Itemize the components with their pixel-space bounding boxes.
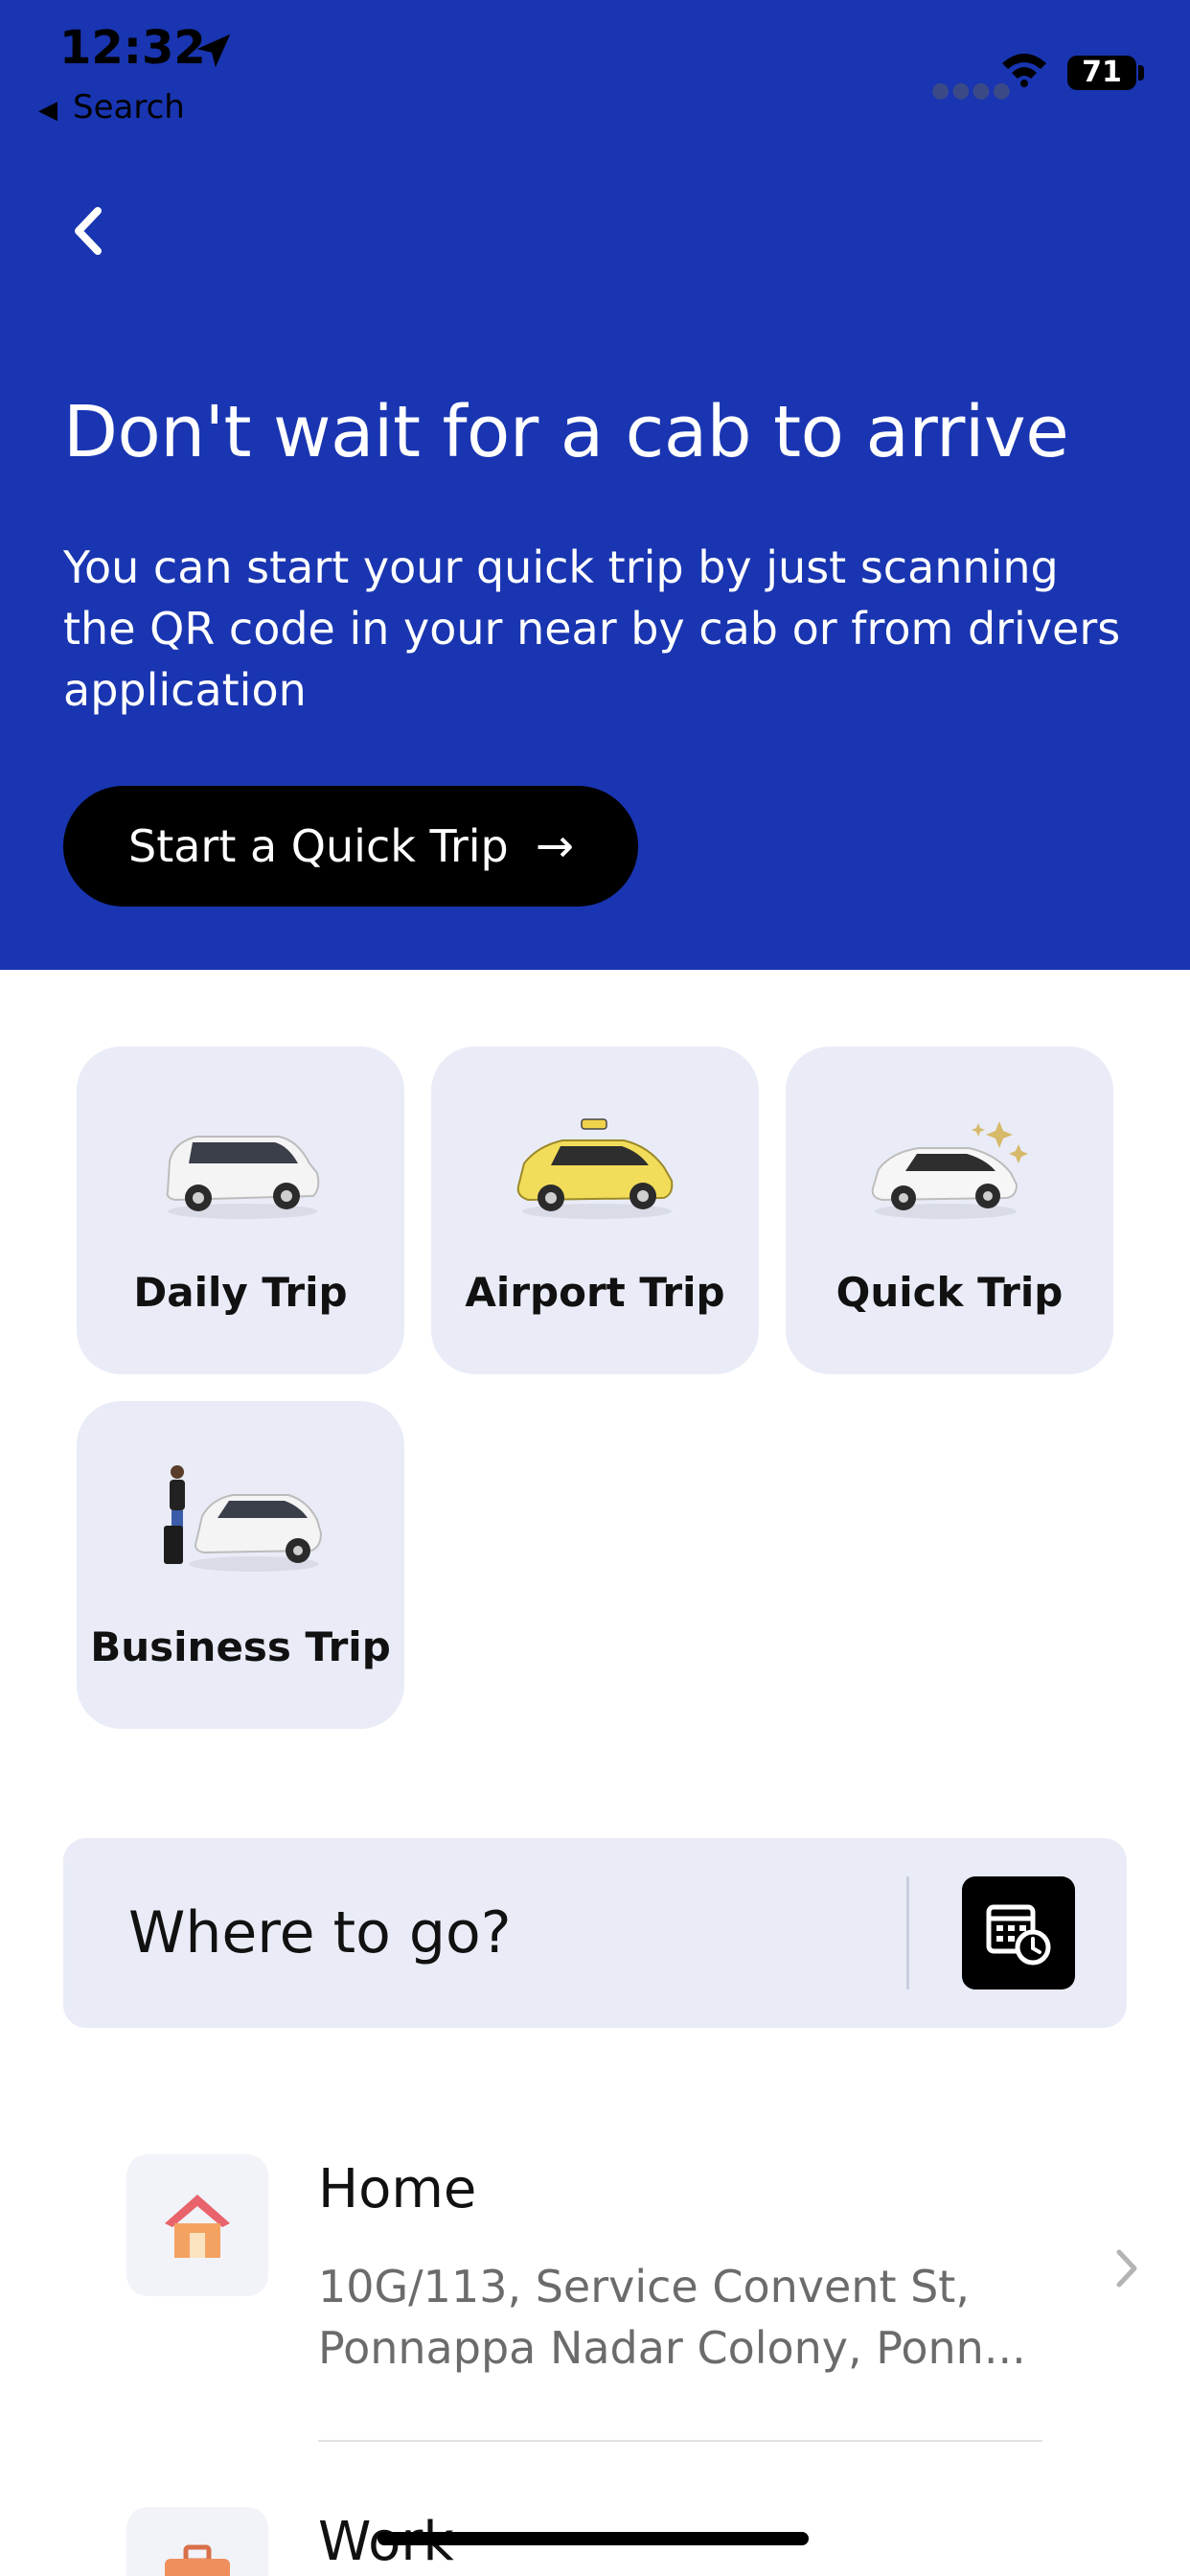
address-line-1: 10G/113, Service Convent St, — [318, 2261, 970, 2312]
back-to-search-link[interactable]: ◀ Search — [38, 88, 185, 126]
search-divider — [906, 1876, 909, 1990]
back-triangle-icon: ◀ — [38, 96, 57, 125]
where-to-go-search[interactable]: Where to go? — [63, 1838, 1127, 2028]
traveler-with-car-icon — [164, 1465, 323, 1572]
house-icon — [165, 2195, 230, 2258]
yellow-taxi-icon — [516, 1118, 674, 1219]
trip-tile-quick[interactable]: Quick Trip — [786, 1046, 1113, 1374]
row-divider — [318, 2440, 1042, 2442]
trip-tile-label: Quick Trip — [835, 1269, 1064, 1316]
battery-cap — [1138, 65, 1144, 80]
briefcase-icon — [165, 2544, 230, 2576]
battery-indicator: 71 — [1067, 56, 1136, 90]
sparkling-white-car-icon — [871, 1121, 1028, 1219]
address-line-2: Ponnappa Nadar Colony, Ponn... — [318, 2322, 1026, 2374]
wifi-icon — [1002, 54, 1046, 87]
hero-banner: 12:32 ◀ Search ●●●● 71 Don't wait for a c… — [0, 0, 1190, 970]
trip-tile-label: Airport Trip — [465, 1269, 725, 1316]
trip-tile-business[interactable]: Business Trip — [77, 1401, 404, 1729]
back-to-search-label: Search — [73, 88, 185, 126]
trip-tile-label: Daily Trip — [133, 1269, 348, 1316]
home-icon-box — [126, 2154, 268, 2296]
schedule-ride-button[interactable] — [962, 1876, 1075, 1990]
calendar-clock-icon — [986, 1904, 1051, 1966]
hero-title: Don't wait for a cab to arrive — [63, 391, 1069, 473]
arrow-right-icon: → — [535, 819, 574, 873]
trip-tile-daily[interactable]: Daily Trip — [77, 1046, 404, 1374]
saved-place-home-title[interactable]: Home — [318, 2158, 476, 2220]
hero-subtitle: You can start your quick trip by just sc… — [63, 541, 1121, 716]
start-quick-trip-label: Start a Quick Trip — [128, 820, 509, 872]
home-indicator[interactable] — [378, 2532, 809, 2545]
work-icon-box — [126, 2507, 268, 2576]
white-minivan-icon — [166, 1136, 320, 1219]
saved-place-home-address[interactable]: 10G/113, Service Convent St, Ponnappa Na… — [318, 2256, 1056, 2379]
location-arrow-icon — [196, 34, 231, 68]
trip-tile-airport[interactable]: Airport Trip — [431, 1046, 759, 1374]
back-chevron-icon[interactable] — [59, 197, 117, 264]
start-quick-trip-button[interactable]: Start a Quick Trip → — [63, 786, 638, 907]
trip-tile-label: Business Trip — [90, 1623, 391, 1670]
search-placeholder: Where to go? — [128, 1899, 512, 1966]
status-time: 12:32 — [59, 21, 206, 75]
chevron-right-icon[interactable] — [1110, 2244, 1144, 2292]
